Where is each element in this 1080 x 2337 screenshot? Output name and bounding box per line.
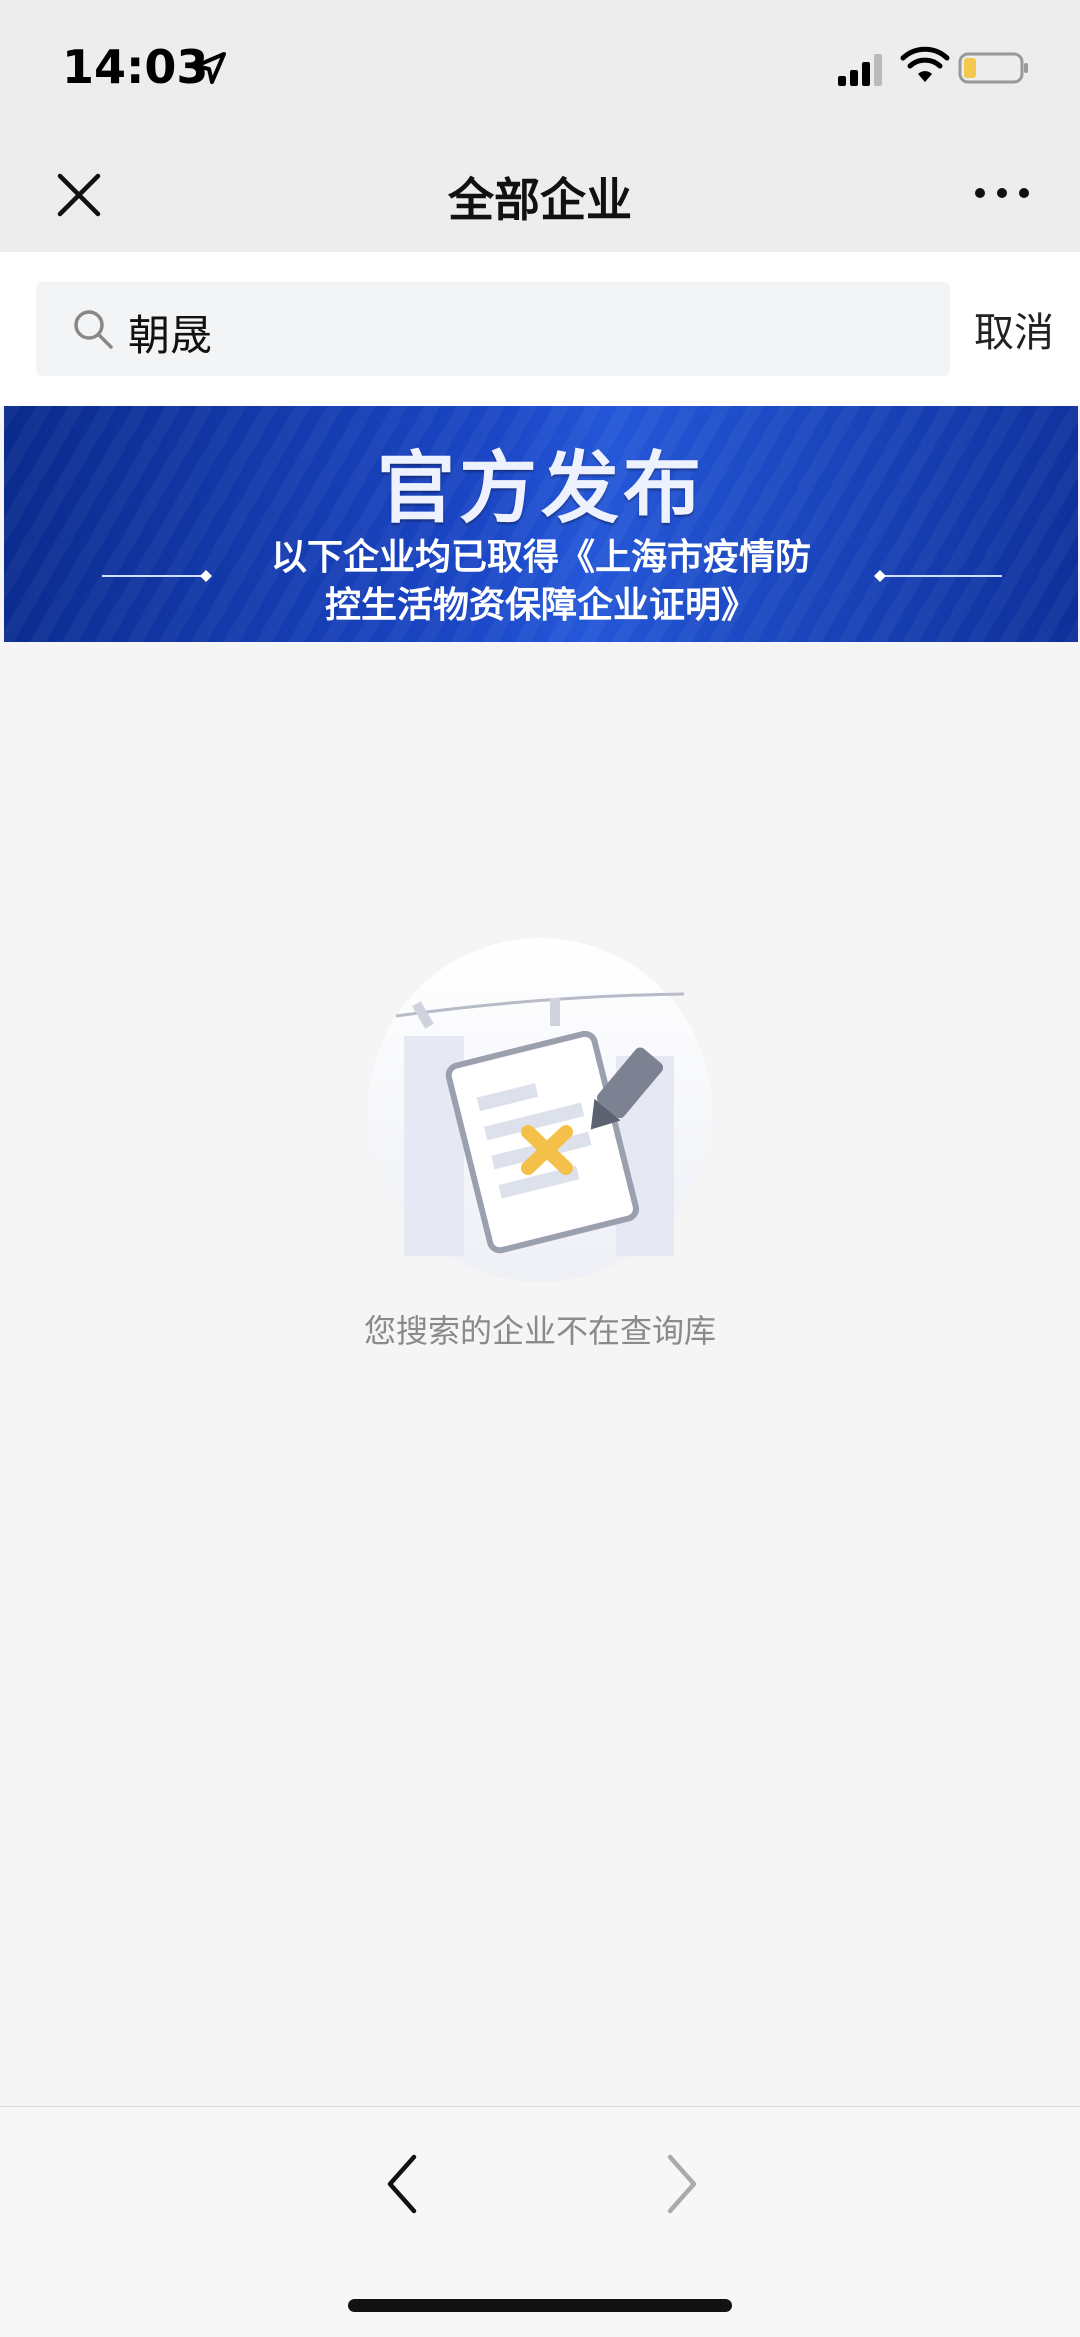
chevron-left-icon[interactable] [380,2149,424,2219]
search-input[interactable]: 朝晟 [36,282,950,376]
search-icon [74,310,113,349]
battery-icon [958,52,1028,84]
search-area: 朝晟 取消 [0,252,1080,406]
cancel-button[interactable]: 取消 [974,300,1054,358]
page-title: 全部企业 [448,173,632,227]
home-indicator[interactable] [348,2299,732,2312]
decorative-line-right [874,570,1002,582]
status-time: 14:03 [62,40,209,94]
chevron-right-icon[interactable] [660,2149,704,2219]
signal-icon [838,54,882,86]
banner-title: 官方发布 [376,444,705,534]
more-dots-icon[interactable] [972,178,1032,208]
location-arrow-icon [194,52,226,84]
nav-bar: 全部企业 [0,138,1080,252]
wifi-icon [900,46,950,82]
empty-state-message: 您搜索的企业不在查询库 [363,1312,716,1350]
status-bar: 14:03 [0,0,1080,138]
official-banner: 官方发布 以下企业均已取得《上海市疫情防 控生活物资保障企业证明》 [4,406,1078,642]
document-x-icon [368,938,712,1282]
screen: 14:03 全部企业 朝晟 取消 官方发布 以下企业均已取得《上海市疫情防 控生… [0,0,1080,2337]
search-query[interactable]: 朝晟 [128,302,212,363]
